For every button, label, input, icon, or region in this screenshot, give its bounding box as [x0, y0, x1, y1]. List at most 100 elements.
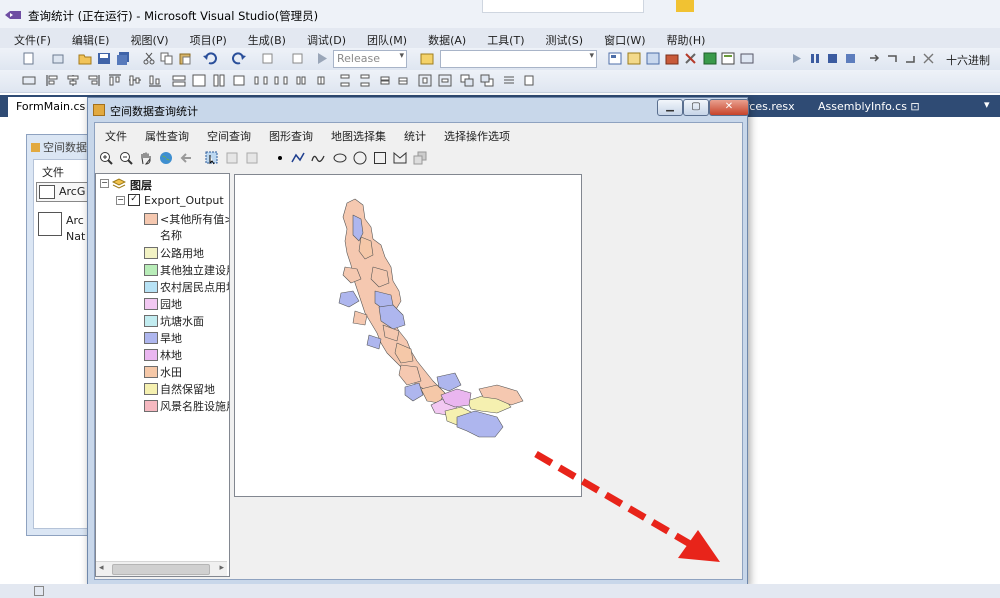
window-layout-icon[interactable]	[740, 52, 754, 65]
collapse-toggle-icon[interactable]: −	[100, 179, 109, 188]
vs-menu-debug[interactable]: 调试(D)	[293, 28, 353, 48]
find-dropdown[interactable]: ▾	[440, 50, 597, 68]
start-debug-icon[interactable]	[315, 52, 329, 65]
save-all-icon[interactable]	[116, 52, 130, 65]
remove-horizontal-spacing-icon[interactable]	[314, 74, 328, 87]
draw-freehand-icon[interactable]	[311, 151, 325, 165]
redo-icon[interactable]	[232, 52, 246, 65]
menu-attribute-query[interactable]: 属性查询	[136, 123, 198, 145]
vertical-spacing-icon[interactable]	[338, 74, 352, 87]
menu-map-selection-set[interactable]: 地图选择集	[322, 123, 395, 145]
tab-assembly-info[interactable]: AssemblyInfo.cs ⊡	[818, 100, 920, 113]
back-arrow-icon[interactable]	[179, 151, 193, 165]
new-project-icon[interactable]	[22, 52, 36, 65]
extension-icon[interactable]	[703, 52, 717, 65]
make-same-size-icon[interactable]	[232, 74, 246, 87]
tools-icon[interactable]	[684, 52, 698, 65]
zoom-out-icon[interactable]	[119, 151, 133, 165]
pan-hand-icon[interactable]	[139, 151, 153, 165]
send-to-back-icon[interactable]	[480, 74, 494, 87]
step-out-icon[interactable]	[904, 52, 918, 65]
maximize-button[interactable]: ▢	[683, 99, 709, 116]
align-lefts-icon[interactable]	[46, 74, 60, 87]
clear-graphics-icon[interactable]	[413, 151, 427, 165]
size-to-grid-icon[interactable]	[192, 74, 206, 87]
tab-form-main[interactable]: FormMain.cs	[8, 97, 94, 117]
vs-menu-build[interactable]: 生成(B)	[234, 28, 293, 48]
step-into-icon[interactable]	[886, 52, 900, 65]
menu-selection-options[interactable]: 选择操作选项	[435, 123, 519, 145]
menu-graphic-query[interactable]: 图形查询	[260, 123, 322, 145]
align-rights-icon[interactable]	[86, 74, 100, 87]
increase-vertical-spacing-icon[interactable]	[358, 74, 372, 87]
center-horizontally-icon[interactable]	[418, 74, 432, 87]
paste-icon[interactable]	[178, 52, 192, 65]
align-tops-icon[interactable]	[108, 74, 122, 87]
solution-explorer-icon[interactable]	[608, 52, 622, 65]
pause-icon[interactable]	[808, 52, 822, 65]
find-in-files-icon[interactable]	[420, 52, 434, 65]
navigate-icon[interactable]	[262, 52, 276, 65]
scroll-left-icon[interactable]: ◂	[99, 563, 104, 573]
align-to-grid-icon[interactable]	[22, 74, 36, 87]
undo-icon[interactable]	[203, 52, 217, 65]
align-centers-icon[interactable]	[66, 74, 80, 87]
collapse-toggle-icon[interactable]: −	[116, 196, 125, 205]
tab-order-icon[interactable]	[502, 74, 516, 87]
center-vertically-icon[interactable]	[438, 74, 452, 87]
identify-icon[interactable]	[245, 151, 259, 165]
align-middles-icon[interactable]	[128, 74, 142, 87]
menu-file[interactable]: 文件	[95, 123, 136, 145]
output-window-icon[interactable]	[721, 52, 735, 65]
toc-horizontal-scrollbar[interactable]: ◂ ▸	[96, 561, 227, 576]
tab-resources[interactable]: rces.resx	[745, 100, 795, 113]
decrease-horizontal-spacing-icon[interactable]	[294, 74, 308, 87]
draw-rectangle-icon[interactable]	[373, 151, 387, 165]
scrollbar-thumb[interactable]	[112, 564, 210, 575]
layer-visibility-checkbox[interactable]: ✓	[128, 194, 140, 206]
make-same-width-icon[interactable]	[172, 74, 186, 87]
remove-vertical-spacing-icon[interactable]	[396, 74, 410, 87]
draw-circle-icon[interactable]	[353, 151, 367, 165]
menu-spatial-query[interactable]: 空间查询	[198, 123, 260, 145]
layout-options-icon[interactable]	[524, 74, 538, 87]
vs-menu-test[interactable]: 测试(S)	[532, 28, 591, 48]
vs-menu-help[interactable]: 帮助(H)	[653, 28, 713, 48]
breakpoint-icon[interactable]	[922, 52, 936, 65]
vs-menu-view[interactable]: 视图(V)	[116, 28, 175, 48]
clear-selection-icon[interactable]	[225, 151, 239, 165]
vs-menu-window[interactable]: 窗口(W)	[590, 28, 652, 48]
restart-icon[interactable]	[844, 52, 858, 65]
close-button[interactable]: ✕	[709, 99, 749, 116]
layer-toc[interactable]: − 图层 − ✓ Export_Output <其他所有值> 名称 公路用地 其…	[95, 173, 230, 577]
object-browser-icon[interactable]	[646, 52, 660, 65]
minimize-button[interactable]: ▁	[657, 99, 683, 116]
hexadecimal-toggle[interactable]: 十六进制	[946, 52, 990, 68]
solution-config-dropdown[interactable]: Release ▾	[333, 50, 407, 68]
vs-menu-data[interactable]: 数据(A)	[414, 28, 473, 48]
bring-to-front-icon[interactable]	[460, 74, 474, 87]
vs-menu-edit[interactable]: 编辑(E)	[58, 28, 117, 48]
draw-polyline-icon[interactable]	[291, 151, 305, 165]
step-over-icon[interactable]	[868, 52, 882, 65]
decrease-vertical-spacing-icon[interactable]	[378, 74, 392, 87]
zoom-in-icon[interactable]	[99, 151, 113, 165]
tab-list-chevron-icon[interactable]: ▾	[984, 98, 990, 111]
full-extent-globe-icon[interactable]	[159, 151, 173, 165]
vs-menu-project[interactable]: 项目(P)	[176, 28, 234, 48]
align-bottoms-icon[interactable]	[148, 74, 162, 87]
save-icon[interactable]	[97, 52, 111, 65]
vs-menu-file[interactable]: 文件(F)	[0, 28, 58, 48]
continue-debug-icon[interactable]	[790, 52, 804, 65]
stop-icon[interactable]	[826, 52, 840, 65]
cut-icon[interactable]	[142, 52, 156, 65]
navigate-forward-icon[interactable]	[290, 52, 304, 65]
scroll-right-icon[interactable]: ▸	[219, 563, 224, 573]
select-features-icon[interactable]	[205, 151, 219, 165]
make-same-height-icon[interactable]	[212, 74, 226, 87]
draw-point-icon[interactable]	[273, 151, 287, 165]
horizontal-spacing-icon[interactable]	[254, 74, 268, 87]
vs-menu-tools[interactable]: 工具(T)	[473, 28, 531, 48]
designer-menu-file[interactable]: 文件	[42, 164, 64, 180]
draw-ellipse-icon[interactable]	[333, 151, 347, 165]
